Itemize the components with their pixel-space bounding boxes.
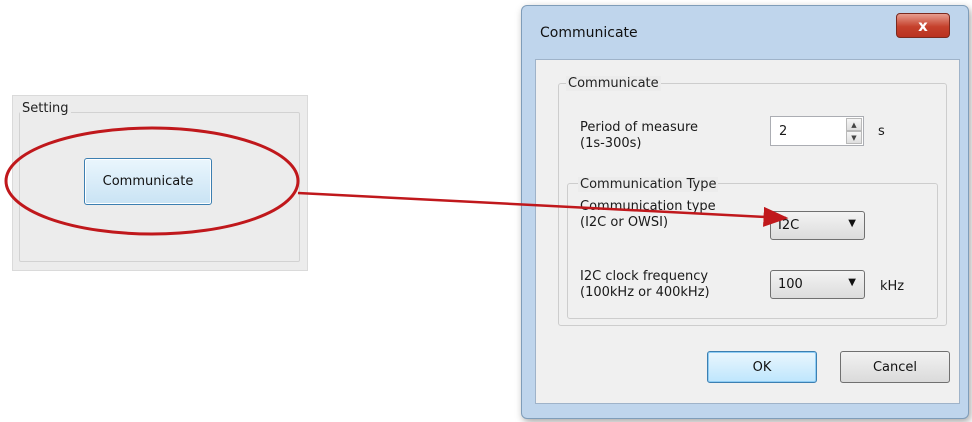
period-unit: s: [878, 124, 885, 139]
dialog-title: Communicate: [540, 25, 638, 41]
clock-frequency-value: 100: [778, 277, 803, 292]
ok-button[interactable]: OK: [707, 351, 817, 383]
period-value[interactable]: 2: [779, 124, 787, 139]
period-spinner[interactable]: 2 ▲ ▼: [770, 116, 864, 146]
period-label: Period of measure (1s-300s): [580, 120, 699, 151]
clock-frequency-label: I2C clock frequency (100kHz or 400kHz): [580, 269, 710, 300]
communication-type-group-label: Communication Type: [578, 177, 719, 192]
close-icon: x: [918, 16, 928, 35]
spin-up-button[interactable]: ▲: [846, 118, 862, 131]
communicate-group-label: Communicate: [566, 76, 661, 91]
setting-group-label: Setting: [20, 101, 71, 116]
communication-type-label: Communication type (I2C or OWSI): [580, 199, 716, 230]
communicate-button[interactable]: Communicate: [84, 158, 212, 205]
clock-frequency-select[interactable]: 100 ▼: [770, 270, 865, 299]
dropdown-arrow-icon: ▼: [848, 218, 856, 229]
spin-down-icon: ▼: [851, 133, 857, 142]
dropdown-arrow-icon: ▼: [848, 277, 856, 288]
spin-down-button[interactable]: ▼: [846, 131, 862, 144]
close-button[interactable]: x: [896, 13, 950, 38]
clock-frequency-unit: kHz: [880, 279, 905, 294]
communication-type-select[interactable]: I2C ▼: [770, 211, 865, 240]
communication-type-value: I2C: [778, 218, 800, 233]
cancel-button[interactable]: Cancel: [840, 351, 950, 383]
spin-up-icon: ▲: [851, 120, 857, 129]
